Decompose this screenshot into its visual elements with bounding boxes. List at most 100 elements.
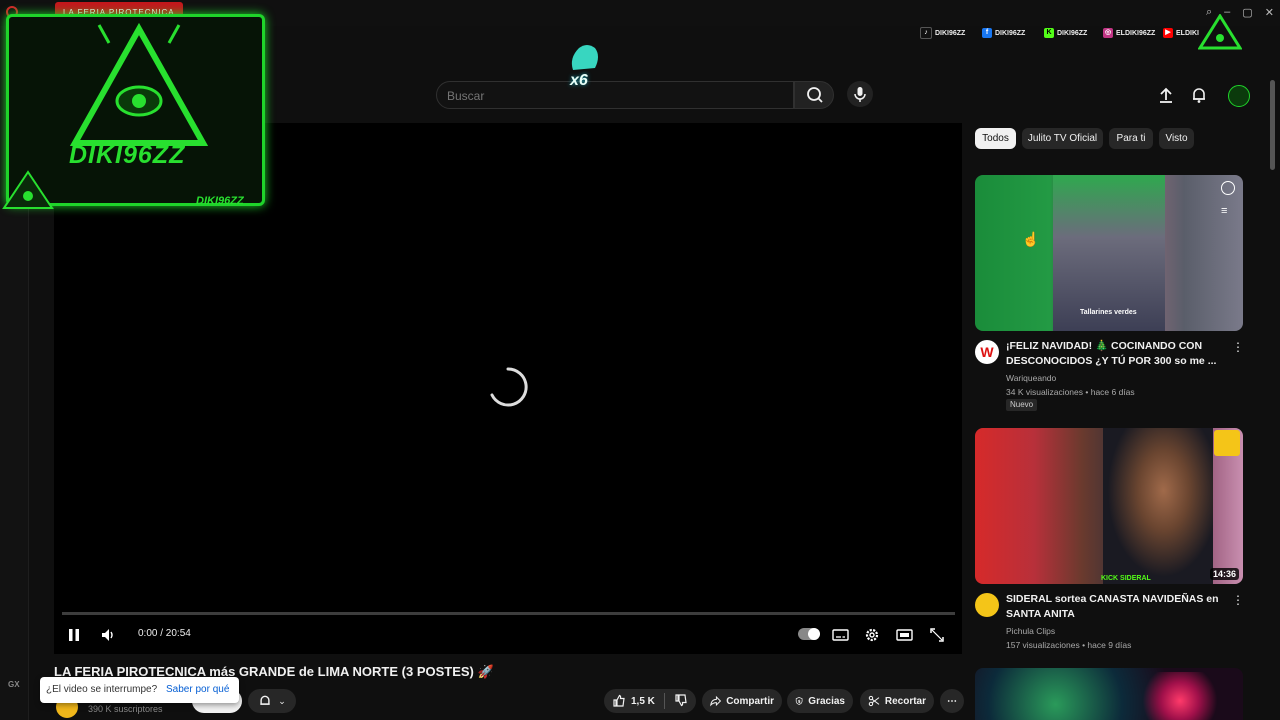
thanks-button[interactable]: $ Gracias (787, 689, 853, 713)
account-avatar[interactable] (1228, 85, 1250, 107)
channel-name[interactable]: Wariqueando (1006, 373, 1056, 383)
video-thumbnail[interactable]: KICK SIDERAL 14:36 (975, 428, 1243, 584)
video-meta: 34 K visualizaciones • hace 6 días (1006, 387, 1135, 397)
video-duration: 14:36 (1209, 568, 1239, 580)
facebook-icon: f (982, 28, 992, 38)
voice-search-button[interactable] (847, 81, 873, 107)
clip-label: Recortar (884, 695, 926, 707)
like-count: 1,5 K (631, 695, 655, 707)
search-input[interactable] (437, 82, 769, 110)
video-thumbnail[interactable] (975, 668, 1243, 720)
watch-later-icon[interactable] (1221, 181, 1235, 195)
upload-icon (1160, 87, 1172, 103)
chip-watched[interactable]: Visto (1159, 128, 1194, 149)
thanks-label: Gracias (808, 695, 845, 707)
volume-icon (102, 629, 113, 641)
theater-mode-button[interactable] (896, 627, 913, 648)
more-horizontal-icon: ⋯ (947, 695, 957, 707)
triangle-eye-logo-icon (69, 23, 209, 146)
mascot-logo-icon (1197, 13, 1243, 52)
channel-avatar[interactable] (975, 593, 999, 617)
divider (663, 693, 665, 709)
share-icon (710, 695, 722, 707)
pause-icon (69, 629, 79, 641)
chevron-down-icon: ⌄ (278, 695, 286, 706)
super-thanks-icon: $ (795, 697, 803, 705)
overlay-tag: DIKI96ZZ (196, 195, 244, 207)
maximize-icon[interactable]: ▢ (1242, 6, 1252, 20)
dislike-button[interactable] (674, 693, 688, 710)
toast-question: ¿El video se interrumpe? (46, 684, 158, 695)
theater-icon (896, 629, 913, 641)
like-button[interactable]: 1,5 K (612, 694, 655, 708)
search-button[interactable] (794, 81, 834, 109)
social-label: DIKI96ZZ (935, 29, 966, 37)
new-badge: Nuevo (1006, 399, 1038, 411)
clip-button[interactable]: Recortar (860, 689, 934, 713)
thumbs-up-icon (613, 694, 625, 707)
thumbnail-caption: KICK SIDERAL (1101, 575, 1151, 582)
notification-bell-button[interactable]: ⌄ (248, 689, 296, 713)
subtitles-button[interactable] (832, 627, 849, 648)
overlay-title: DIKI96ZZ (69, 141, 186, 169)
chip-channel[interactable]: Julito TV Oficial (1022, 128, 1103, 149)
svg-text:$: $ (798, 699, 801, 704)
social-instagram: ◎ ELDIKI96ZZ (1103, 27, 1155, 39)
social-label: ELDIKI (1176, 29, 1199, 37)
mascot-corner-icon (2, 168, 54, 212)
loading-spinner-icon (487, 366, 529, 408)
thumbnail-caption: Tallarines verdes (1080, 309, 1137, 316)
video-thumbnail[interactable]: Tallarines verdes ≡ (975, 175, 1243, 331)
thumbnail-scene (1103, 428, 1213, 584)
subscriber-count: 390 K suscriptores (88, 704, 163, 714)
share-button[interactable]: Compartir (702, 689, 782, 713)
more-vertical-icon[interactable]: ⋮ (1232, 340, 1244, 354)
social-kick: K DIKI96ZZ (1044, 27, 1087, 39)
video-title[interactable]: ¡FELIZ NAVIDAD! 🎄 COCINANDO CON DESCONOC… (1006, 339, 1221, 369)
upload-button[interactable] (1157, 86, 1175, 109)
share-label: Compartir (726, 695, 774, 707)
like-dislike-group: 1,5 K (604, 689, 696, 713)
time-display: 0:00 / 20:54 (138, 628, 191, 639)
fullscreen-icon (930, 628, 944, 642)
progress-bar[interactable] (62, 612, 955, 615)
bell-icon (260, 695, 270, 705)
emote-counter: x6 (570, 72, 588, 89)
volume-button[interactable] (100, 627, 116, 648)
pause-button[interactable] (66, 627, 82, 648)
social-label: DIKI96ZZ (995, 29, 1026, 37)
social-youtube: ▶ ELDIKI (1163, 27, 1199, 39)
subtitles-icon (832, 629, 849, 641)
youtube-icon: ▶ (1163, 28, 1173, 38)
instagram-icon: ◎ (1103, 28, 1113, 38)
autoplay-toggle[interactable] (798, 628, 820, 640)
more-vertical-icon[interactable]: ⋮ (1232, 593, 1244, 607)
autoplay-knob (808, 628, 820, 640)
thumbs-down-icon (675, 693, 687, 706)
kick-icon: K (1044, 28, 1054, 38)
chip-all[interactable]: Todos (975, 128, 1016, 149)
video-meta: 157 visualizaciones • hace 9 días (1006, 640, 1132, 650)
more-actions-button[interactable]: ⋯ (940, 689, 964, 713)
add-to-queue-icon[interactable]: ≡ (1221, 205, 1227, 217)
social-facebook: f DIKI96ZZ (982, 27, 1025, 39)
chip-for-you[interactable]: Para ti (1109, 128, 1153, 149)
social-tiktok: ♪ DIKI96ZZ (920, 27, 965, 39)
gear-icon (865, 628, 879, 642)
learn-why-link[interactable]: Saber por qué (166, 684, 229, 695)
social-label: DIKI96ZZ (1057, 29, 1088, 37)
social-label: ELDIKI96ZZ (1116, 29, 1156, 37)
settings-button[interactable] (864, 627, 880, 648)
page-scrollbar[interactable] (1270, 80, 1275, 170)
scissors-icon (868, 695, 880, 707)
gx-label: GX (8, 680, 20, 689)
thumbnail-scene (1053, 175, 1165, 331)
close-icon[interactable]: ✕ (1265, 6, 1274, 20)
search-field[interactable] (436, 81, 794, 110)
fullscreen-button[interactable] (929, 627, 945, 648)
video-title[interactable]: SIDERAL sortea CANASTA NAVIDEÑAS en SANT… (1006, 592, 1221, 622)
channel-avatar[interactable]: W (975, 340, 999, 364)
tiktok-icon: ♪ (920, 27, 932, 39)
notifications-button[interactable] (1190, 86, 1208, 109)
channel-name[interactable]: Pichula Clips (1006, 626, 1055, 636)
